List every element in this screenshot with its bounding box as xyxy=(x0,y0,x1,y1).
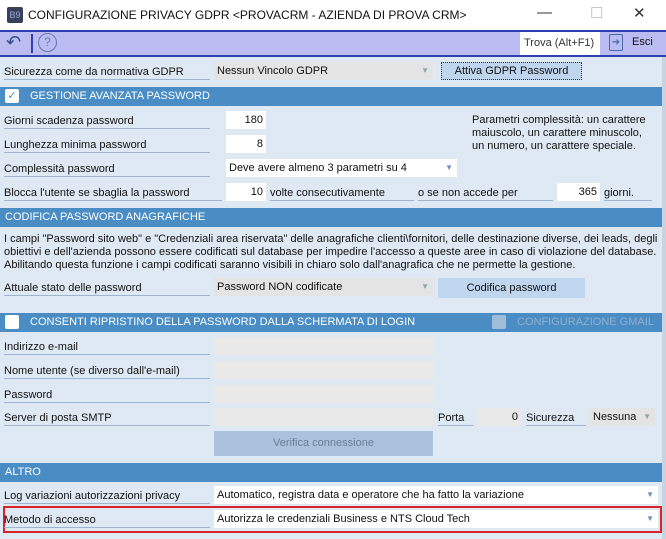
block-text: volte consecutivamente xyxy=(270,183,414,201)
chevron-down-icon: ▼ xyxy=(445,163,453,172)
expiry-label: Giorni scadenza password xyxy=(4,111,210,129)
block-count-input[interactable]: 10 xyxy=(226,183,266,201)
help-icon[interactable]: ? xyxy=(38,33,57,52)
inactive-days-input[interactable]: 365 xyxy=(557,183,600,201)
log-select[interactable]: Automatico, registra data e operatore ch… xyxy=(214,486,658,504)
minlen-input[interactable]: 8 xyxy=(226,135,266,153)
back-icon[interactable]: ↶ xyxy=(6,32,21,53)
complexity-label: Complessità password xyxy=(4,159,210,177)
log-label: Log variazioni autorizzazioni privacy xyxy=(4,486,210,504)
inactive-text: o se non accede per xyxy=(418,183,553,201)
state-label: Attuale stato delle password xyxy=(4,278,210,296)
complexity-info: Parametri complessità: un carattere maiu… xyxy=(472,114,646,152)
advanced-checkbox[interactable]: ✓ xyxy=(5,89,19,103)
log-value: Automatico, registra data e operatore ch… xyxy=(217,489,524,501)
title-bar: B9 CONFIGURAZIONE PRIVACY GDPR <PROVACRM… xyxy=(0,0,666,30)
email-input[interactable] xyxy=(214,337,433,355)
chevron-down-icon: ▼ xyxy=(646,514,654,523)
toolbar: ↶ ? Trova (Alt+F1) ➜ Esci xyxy=(0,30,666,57)
expiry-input[interactable]: 180 xyxy=(226,111,266,129)
section-encode: CODIFICA PASSWORD ANAGRAFICHE xyxy=(0,208,662,227)
section-other: ALTRO xyxy=(0,463,662,482)
chevron-down-icon: ▼ xyxy=(646,490,654,499)
email-label: Indirizzo e-mail xyxy=(4,337,210,355)
reset-checkbox[interactable] xyxy=(5,315,19,329)
maximize-icon[interactable]: ☐ xyxy=(590,4,603,22)
state-select[interactable]: Password NON codificate ▼ xyxy=(214,278,433,296)
exit-icon[interactable]: ➜ xyxy=(609,34,623,51)
port-input[interactable]: 0 xyxy=(478,408,521,426)
section-title: CONSENTI RIPRISTINO DELLA PASSWORD DALLA… xyxy=(30,316,416,328)
state-value: Password NON codificate xyxy=(217,281,343,293)
complexity-value: Deve avere almeno 3 parametri su 4 xyxy=(229,162,407,174)
security-value: Nessuna xyxy=(593,411,637,423)
username-input[interactable] xyxy=(214,361,433,379)
password-label: Password xyxy=(4,385,210,403)
days-label: giorni. xyxy=(604,183,652,201)
port-label: Porta xyxy=(438,408,473,426)
security-select[interactable]: Nessuna ▼ xyxy=(590,408,655,426)
section-reset: CONSENTI RIPRISTINO DELLA PASSWORD DALLA… xyxy=(0,313,662,332)
minlen-label: Lunghezza minima password xyxy=(4,135,210,153)
close-icon[interactable]: ✕ xyxy=(633,4,646,22)
encode-password-button[interactable]: Codifica password xyxy=(438,278,585,298)
access-method-value: Autorizza le credenziali Business e NTS … xyxy=(217,513,470,525)
smtp-label: Server di posta SMTP xyxy=(4,408,210,426)
gdpr-label: Sicurezza come da normativa GDPR xyxy=(4,62,210,80)
activate-gdpr-button[interactable]: Attiva GDPR Password xyxy=(441,62,582,80)
access-method-select[interactable]: Autorizza le credenziali Business e NTS … xyxy=(214,510,658,528)
gmail-label: CONFIGURAZIONE GMAIL xyxy=(517,316,654,328)
section-title: GESTIONE AVANZATA PASSWORD xyxy=(30,90,210,102)
chevron-down-icon: ▼ xyxy=(421,66,429,75)
block-label: Blocca l'utente se sbaglia la password xyxy=(4,183,222,201)
password-input[interactable] xyxy=(214,385,433,403)
verify-connection-button[interactable]: Verifica connessione xyxy=(214,431,433,456)
username-label: Nome utente (se diverso dall'e-mail) xyxy=(4,361,210,379)
chevron-down-icon: ▼ xyxy=(421,282,429,291)
access-method-label: Metodo di accesso xyxy=(4,510,210,528)
window-title: CONFIGURAZIONE PRIVACY GDPR <PROVACRM - … xyxy=(28,8,467,22)
gmail-checkbox[interactable] xyxy=(492,315,506,329)
chevron-down-icon: ▼ xyxy=(643,412,651,421)
minimize-icon[interactable]: — xyxy=(537,4,552,21)
gdpr-value: Nessun Vincolo GDPR xyxy=(217,65,329,77)
exit-button[interactable]: Esci xyxy=(632,36,653,48)
smtp-input[interactable] xyxy=(214,408,433,426)
section-advanced-password: ✓ GESTIONE AVANZATA PASSWORD xyxy=(0,87,662,106)
gdpr-select[interactable]: Nessun Vincolo GDPR ▼ xyxy=(214,62,433,80)
find-input[interactable]: Trova (Alt+F1) xyxy=(520,32,600,55)
toolbar-divider xyxy=(31,34,33,53)
complexity-select[interactable]: Deve avere almeno 3 parametri su 4 ▼ xyxy=(226,159,457,177)
encode-description: I campi "Password sito web" e "Credenzia… xyxy=(4,233,658,271)
app-logo: B9 xyxy=(7,7,23,23)
security-label: Sicurezza xyxy=(526,408,586,426)
scrollbar[interactable] xyxy=(662,57,666,539)
